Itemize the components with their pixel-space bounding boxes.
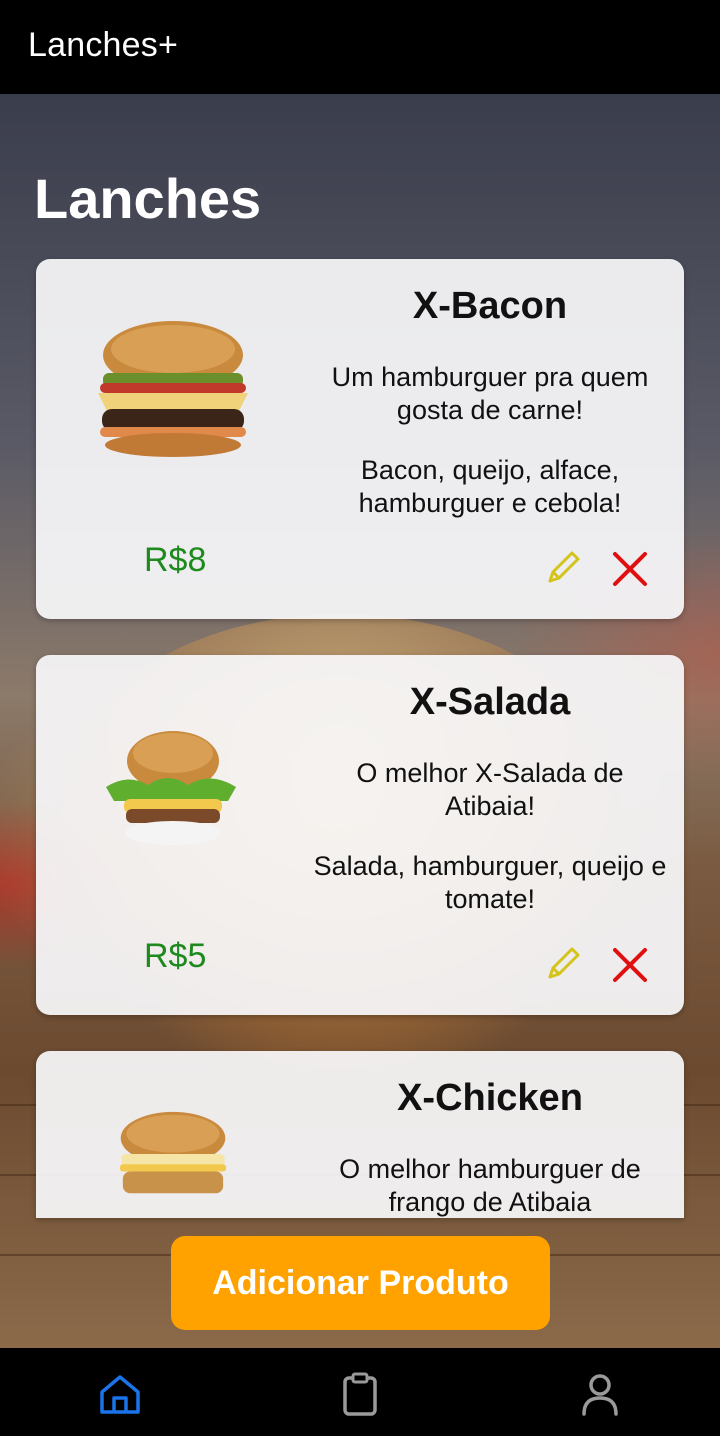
product-description: O melhor hamburguer de frango de Atibaia bbox=[339, 1154, 641, 1217]
nav-clipboard-icon[interactable] bbox=[336, 1370, 384, 1418]
x-salada-burger-image bbox=[106, 731, 236, 845]
app-bar: Lanches+ bbox=[0, 0, 720, 94]
product-ingredients: Salada, hamburguer, queijo e tomate! bbox=[313, 851, 667, 914]
product-card-x-bacon[interactable]: X-Bacon Um hamburguer pra quem gosta de … bbox=[36, 259, 684, 619]
main-content[interactable]: Lanches X-Bacon Um hamburguer pra quem g… bbox=[0, 94, 720, 1348]
product-price: R$8 bbox=[144, 541, 207, 579]
product-card-x-chicken[interactable]: X-Chicken O melhor hamburguer de frango … bbox=[36, 1051, 684, 1218]
app-title: Lanches+ bbox=[28, 26, 179, 64]
product-card-x-salada[interactable]: X-Salada O melhor X-Salada de Atibaia! S… bbox=[36, 655, 684, 1015]
nav-user-icon[interactable] bbox=[576, 1370, 624, 1418]
delete-x-icon[interactable] bbox=[610, 549, 650, 589]
product-name: X-Chicken bbox=[397, 1077, 583, 1119]
nav-home-icon[interactable] bbox=[96, 1370, 144, 1418]
edit-pencil-icon[interactable] bbox=[542, 547, 584, 589]
product-name: X-Bacon bbox=[412, 285, 568, 327]
product-description: O melhor X-Salada de Atibaia! bbox=[356, 758, 624, 821]
x-chicken-burger-image bbox=[119, 1111, 227, 1194]
delete-x-icon[interactable] bbox=[610, 945, 650, 985]
bottom-navigation bbox=[0, 1348, 720, 1436]
page-title: Lanches bbox=[34, 167, 262, 230]
add-product-button[interactable]: Adicionar Produto bbox=[171, 1236, 550, 1330]
product-name: X-Salada bbox=[409, 681, 571, 723]
edit-pencil-icon[interactable] bbox=[542, 943, 584, 985]
product-description: Um hamburguer pra quem gosta de carne! bbox=[331, 362, 649, 425]
product-ingredients: Bacon, queijo, alface, hamburguer e cebo… bbox=[358, 455, 622, 518]
product-price: R$5 bbox=[144, 937, 207, 975]
x-bacon-burger-image bbox=[98, 321, 248, 457]
